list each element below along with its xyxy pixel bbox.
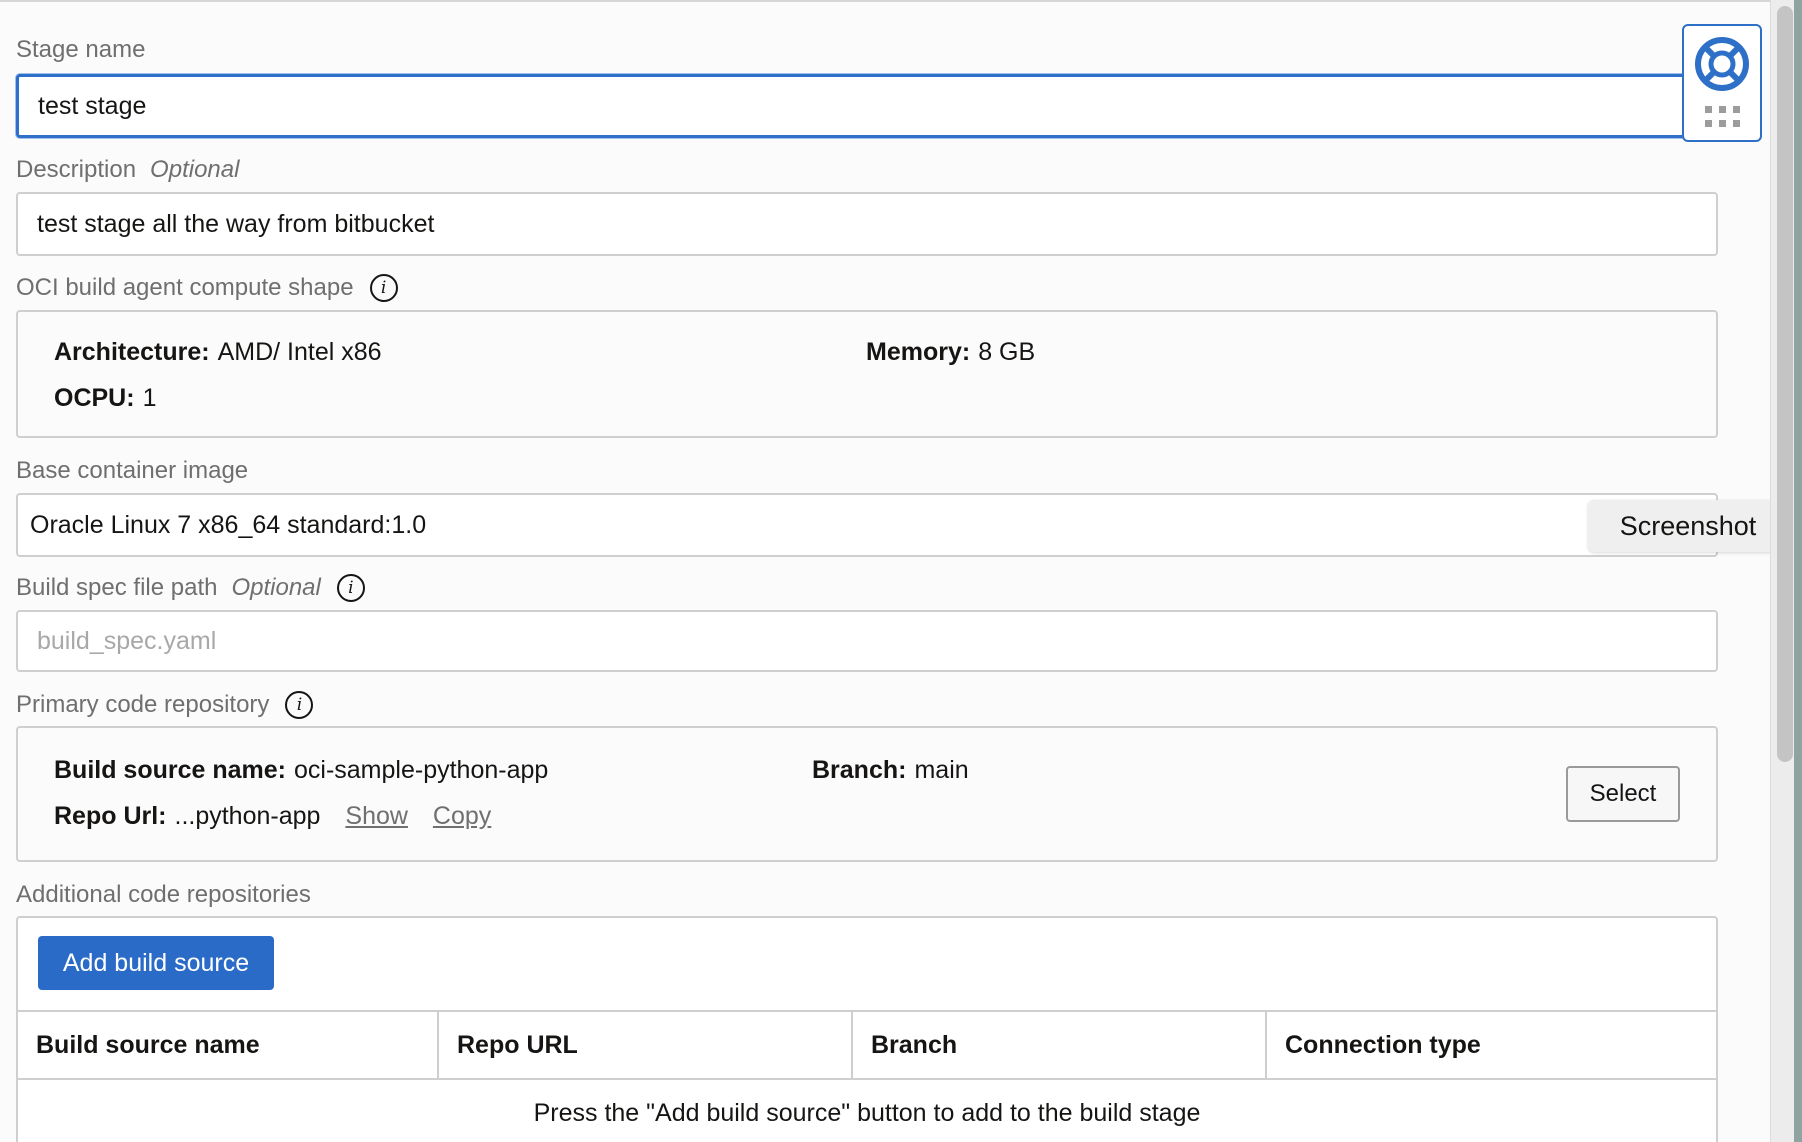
build-spec-label: Build spec file path Optional i	[16, 574, 365, 602]
base-image-value: Oracle Linux 7 x86_64 standard:1.0	[30, 510, 427, 539]
copy-url-link[interactable]: Copy	[433, 802, 491, 830]
scrollbar-thumb[interactable]	[1777, 6, 1793, 762]
primary-repo-box: Build source name: oci-sample-python-app …	[16, 726, 1718, 862]
lifebuoy-icon[interactable]	[1694, 36, 1750, 92]
top-divider	[0, 0, 1770, 2]
ocpu-item: OCPU: 1	[54, 384, 157, 412]
window-edge	[1794, 0, 1802, 1142]
optional-tag: Optional	[150, 156, 240, 183]
additional-repos-box: Add build source Build source name Repo …	[16, 916, 1718, 1142]
base-image-select[interactable]: Oracle Linux 7 x86_64 standard:1.0	[16, 493, 1718, 557]
column-header-branch[interactable]: Branch	[852, 1010, 1267, 1079]
compute-shape-box: Architecture: AMD/ Intel x86 Memory: 8 GB …	[16, 310, 1718, 438]
stage-name-input[interactable]	[16, 74, 1688, 138]
info-icon[interactable]: i	[285, 691, 314, 719]
build-spec-input-field[interactable]	[37, 626, 1716, 656]
column-header-connection-type[interactable]: Connection type	[1266, 1010, 1716, 1079]
drag-grip-icon[interactable]	[1704, 106, 1740, 127]
help-widget[interactable]	[1682, 24, 1762, 142]
info-icon[interactable]: i	[369, 274, 398, 302]
column-header-repo-url[interactable]: Repo URL	[438, 1010, 853, 1079]
compute-shape-label: OCI build agent compute shape i	[16, 274, 398, 302]
column-header-build-source-name[interactable]: Build source name	[18, 1010, 439, 1079]
description-input-field[interactable]	[37, 209, 1716, 239]
additional-repos-label: Additional code repositories	[16, 881, 311, 908]
build-source-name-item: Build source name: oci-sample-python-app	[54, 756, 549, 784]
add-build-source-button[interactable]: Add build source	[38, 936, 274, 990]
screenshot-tooltip: Screenshot	[1588, 500, 1788, 552]
empty-table-message: Press the "Add build source" button to a…	[18, 1078, 1716, 1142]
table-row: Press the "Add build source" button to a…	[18, 1078, 1716, 1142]
show-url-link[interactable]: Show	[345, 802, 408, 830]
branch-item: Branch: main	[812, 756, 969, 784]
select-repo-button[interactable]: Select	[1566, 766, 1680, 822]
build-sources-table: Build source name Repo URL Branch Connec…	[18, 1010, 1716, 1142]
table-header-row: Build source name Repo URL Branch Connec…	[18, 1010, 1716, 1079]
build-spec-input[interactable]	[16, 610, 1718, 672]
info-icon[interactable]: i	[336, 574, 365, 602]
repo-url-item: Repo Url: ...python-app Show Copy	[54, 802, 492, 830]
description-input[interactable]	[16, 192, 1718, 256]
stage-name-input-field[interactable]	[38, 91, 1685, 121]
architecture-item: Architecture: AMD/ Intel x86	[54, 338, 382, 366]
stage-name-label: Stage name	[16, 36, 146, 63]
optional-tag: Optional	[231, 574, 321, 601]
primary-repo-label: Primary code repository i	[16, 691, 314, 719]
base-image-label: Base container image	[16, 457, 249, 484]
description-label: Description Optional	[16, 156, 240, 183]
memory-item: Memory: 8 GB	[866, 338, 1036, 366]
